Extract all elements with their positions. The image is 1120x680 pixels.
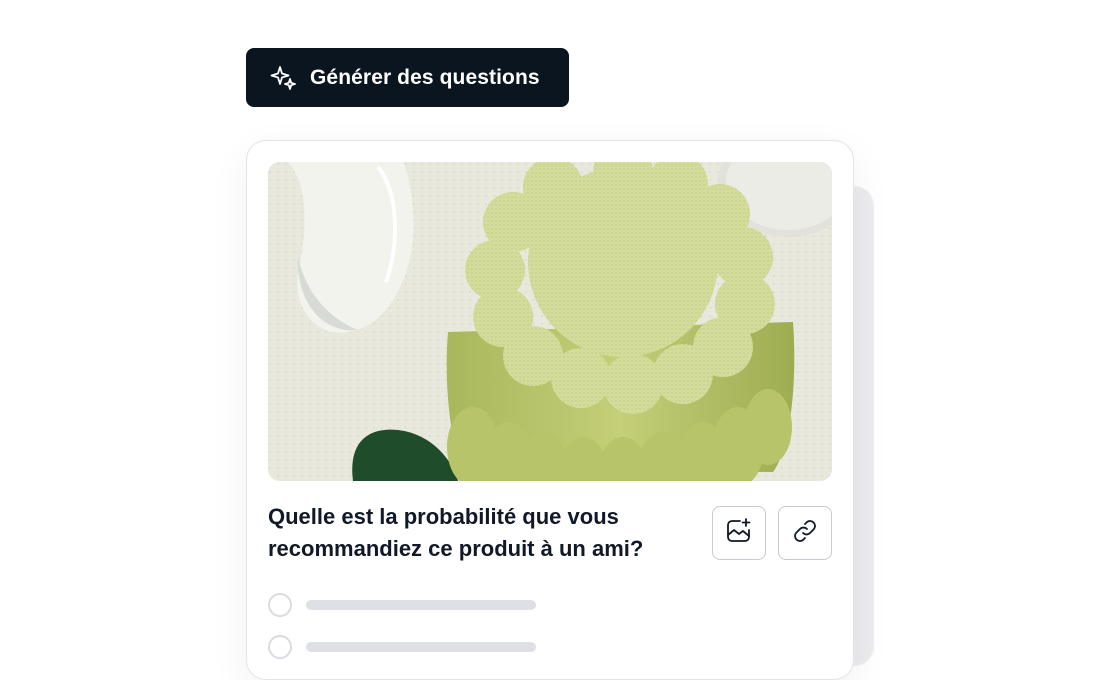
answer-option[interactable] — [268, 635, 536, 659]
link-button[interactable] — [778, 506, 832, 560]
question-text: Quelle est la probabilité que vous recom… — [268, 504, 644, 561]
answer-option[interactable] — [268, 593, 536, 617]
option-placeholder-bar — [306, 642, 536, 652]
add-image-button[interactable] — [712, 506, 766, 560]
radio-button[interactable] — [268, 593, 292, 617]
link-icon — [791, 517, 819, 550]
question-card: Quelle est la probabilité que vous recom… — [246, 140, 854, 680]
image-add-icon — [725, 517, 753, 550]
radio-button[interactable] — [268, 635, 292, 659]
generate-questions-label: Générer des questions — [310, 65, 540, 89]
product-image — [268, 162, 832, 481]
sparkles-icon — [270, 64, 298, 92]
generate-questions-button[interactable]: Générer des questions — [246, 48, 569, 107]
option-placeholder-bar — [306, 600, 536, 610]
